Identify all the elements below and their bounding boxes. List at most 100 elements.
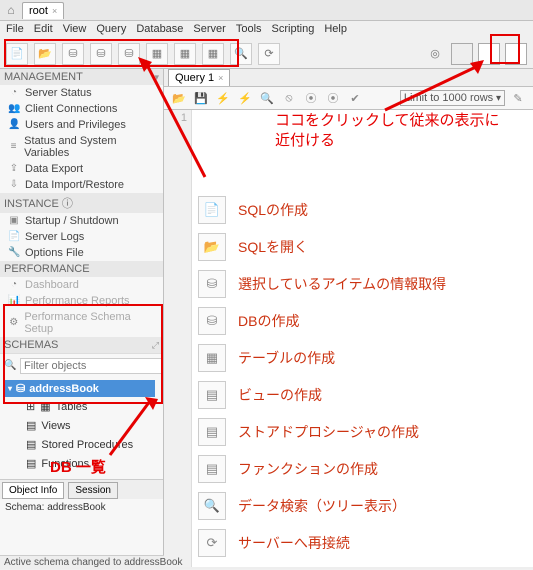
execute-icon[interactable]: ⚡: [214, 89, 232, 107]
schema-tree: ▾ ⛁ addressBook ⊞▦Tables ▤Views ▤Stored …: [0, 378, 163, 479]
menu-file[interactable]: File: [6, 23, 24, 37]
toolbar-open-sql-icon[interactable]: 📂: [34, 43, 56, 65]
beautify-icon[interactable]: ✎: [509, 89, 527, 107]
func-plus-icon: ▤: [198, 455, 226, 483]
toolbar-new-sql-icon[interactable]: 📄: [6, 43, 28, 65]
sidebar-item-perf-schema[interactable]: ⚙ Performance Schema Setup: [0, 309, 163, 337]
action-item-info[interactable]: ⛁選択しているアイテムの情報取得: [194, 265, 531, 302]
sidebar-item-client-connections[interactable]: 👥 Client Connections: [0, 101, 163, 117]
tree-item-label: Functions: [41, 458, 89, 470]
close-icon[interactable]: ×: [218, 73, 223, 83]
tree-expand-icon[interactable]: ▾: [8, 384, 12, 393]
execute-step-icon[interactable]: ⚡: [236, 89, 254, 107]
search-icon: 🔍: [4, 360, 16, 372]
row-limit-select[interactable]: Limit to 1000 rows ▾: [400, 90, 505, 106]
toolbar-search-icon[interactable]: 🔍: [230, 43, 252, 65]
schema-filter-row: 🔍: [0, 353, 163, 378]
menu-tools[interactable]: Tools: [236, 23, 262, 37]
action-search-data[interactable]: 🔍データ検索（ツリー表示）: [194, 487, 531, 524]
layout-bottom-panel-button[interactable]: [478, 43, 500, 65]
toolbar-new-table-icon[interactable]: ⛁: [118, 43, 140, 65]
sidebar-item-label: Client Connections: [25, 103, 117, 115]
menu-query[interactable]: Query: [96, 23, 126, 37]
close-icon[interactable]: ×: [52, 6, 57, 16]
section-management-header: MANAGEMENT ▾: [0, 69, 163, 85]
sidebar-item-perf-reports[interactable]: 📊Performance Reports: [0, 293, 163, 309]
action-reconnect[interactable]: ⟳サーバーへ再接続: [194, 524, 531, 561]
sidebar-item-label: Options File: [25, 247, 84, 259]
sql-plus-icon: 📄: [198, 196, 226, 224]
menu-server[interactable]: Server: [193, 23, 225, 37]
home-icon[interactable]: ⌂: [0, 3, 22, 17]
toolbar-reconnect-icon[interactable]: ⟳: [258, 43, 280, 65]
commit-icon[interactable]: ⦿: [302, 89, 320, 107]
schema-filter-input[interactable]: [20, 358, 164, 374]
users-icon: 👤: [8, 119, 20, 131]
connection-tab-root[interactable]: root ×: [22, 2, 64, 19]
object-info-body: Schema: addressBook: [0, 499, 163, 516]
toggle-sidebar-icon[interactable]: ◎: [424, 43, 446, 65]
sidebar-item-label: Performance Schema Setup: [24, 311, 155, 335]
sidebar-item-data-export[interactable]: ⇪Data Export: [0, 161, 163, 177]
log-icon: 📄: [8, 231, 20, 243]
menu-edit[interactable]: Edit: [34, 23, 53, 37]
sidebar-item-label: Server Logs: [25, 231, 84, 243]
autocommit-icon[interactable]: ✔: [346, 89, 364, 107]
sidebar-item-users-privileges[interactable]: 👤Users and Privileges: [0, 117, 163, 133]
menu-scripting[interactable]: Scripting: [272, 23, 315, 37]
tree-item-functions[interactable]: ▤ Functions: [14, 454, 157, 473]
menu-view[interactable]: View: [63, 23, 87, 37]
toolbar-new-proc-icon[interactable]: ▦: [174, 43, 196, 65]
action-new-function[interactable]: ▤ファンクションの作成: [194, 450, 531, 487]
query-tab-1[interactable]: Query 1 ×: [168, 69, 230, 86]
expand-icon[interactable]: ⤢: [152, 340, 159, 351]
collapse-icon[interactable]: ▾: [154, 72, 159, 83]
menu-database[interactable]: Database: [136, 23, 183, 37]
view-plus-icon: ▤: [198, 381, 226, 409]
gear-icon: ⚙: [8, 317, 19, 329]
layout-left-panel-button[interactable]: [451, 43, 473, 65]
sidebar-item-status-variables[interactable]: ≡Status and System Variables: [0, 133, 163, 161]
sidebar-item-options-file[interactable]: 🔧Options File: [0, 245, 163, 261]
schema-name-label: addressBook: [29, 383, 99, 395]
sidebar-item-dashboard[interactable]: ◔Dashboard: [0, 277, 163, 293]
query-tab-label: Query 1: [175, 72, 214, 84]
schema-selected[interactable]: ▾ ⛁ addressBook: [4, 380, 155, 397]
tree-item-views[interactable]: ▤Views: [14, 416, 157, 435]
tree-expand-icon[interactable]: ⊞: [26, 400, 35, 413]
func-icon: ▤: [26, 457, 36, 470]
rollback-icon[interactable]: ⦿: [324, 89, 342, 107]
toolbar-new-func-icon[interactable]: ▦: [202, 43, 224, 65]
explain-icon[interactable]: 🔍: [258, 89, 276, 107]
save-file-icon[interactable]: 💾: [192, 89, 210, 107]
open-file-icon[interactable]: 📂: [170, 89, 188, 107]
table-plus-icon: ▦: [198, 344, 226, 372]
action-new-db[interactable]: ⛁DBの作成: [194, 302, 531, 339]
sidebar-item-label: Startup / Shutdown: [25, 215, 119, 227]
toolbar-new-view-icon[interactable]: ▦: [146, 43, 168, 65]
action-new-view[interactable]: ▤ビューの作成: [194, 376, 531, 413]
sidebar-item-data-import[interactable]: ⇩Data Import/Restore: [0, 177, 163, 193]
action-new-table[interactable]: ▦テーブルの作成: [194, 339, 531, 376]
menu-help[interactable]: Help: [324, 23, 347, 37]
tab-session[interactable]: Session: [68, 482, 118, 499]
toolbar-new-schema-icon[interactable]: ⛁: [90, 43, 112, 65]
sidebar-item-startup-shutdown[interactable]: ▣Startup / Shutdown: [0, 213, 163, 229]
action-new-procedure[interactable]: ▤ストアドプロシージャの作成: [194, 413, 531, 450]
tables-icon: ▦: [40, 400, 50, 413]
tree-item-tables[interactable]: ⊞▦Tables: [14, 397, 157, 416]
action-open-sql[interactable]: 📂SQLを開く: [194, 228, 531, 265]
action-new-sql[interactable]: 📄SQLの作成: [194, 191, 531, 228]
toolbar-right-group: ◎: [424, 43, 527, 65]
tree-item-stored-procedures[interactable]: ▤Stored Procedures: [14, 435, 157, 454]
stop-icon[interactable]: ⦸: [280, 89, 298, 107]
toolbar-inspector-icon[interactable]: ⛁: [62, 43, 84, 65]
main-split: MANAGEMENT ▾ ◔Server Status 👥 Client Conn…: [0, 69, 533, 555]
clients-icon: 👥: [8, 103, 20, 115]
connection-tab-label: root: [29, 5, 48, 17]
sidebar-item-server-status[interactable]: ◔Server Status: [0, 85, 163, 101]
tab-object-info[interactable]: Object Info: [2, 482, 64, 499]
sidebar-item-server-logs[interactable]: 📄 Server Logs: [0, 229, 163, 245]
window-tab-bar: ⌂ root ×: [0, 0, 533, 21]
layout-right-panel-button[interactable]: [505, 43, 527, 65]
